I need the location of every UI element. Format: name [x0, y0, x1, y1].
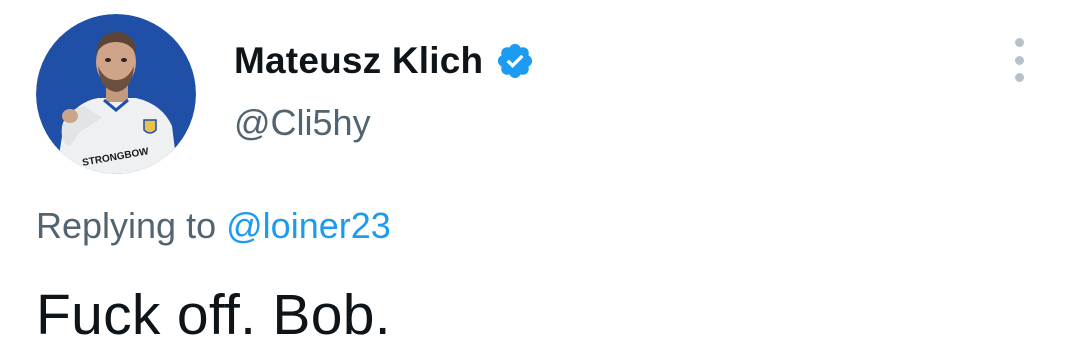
avatar-image: STRONGBOW [36, 14, 196, 174]
more-dot [1014, 55, 1024, 65]
author-name-row[interactable]: Mateusz Klich [234, 40, 535, 82]
author-handle[interactable]: @Cli5hy [234, 102, 371, 144]
more-dot [1014, 73, 1024, 82]
tweet-text: Fuck off. Bob. [36, 283, 391, 347]
tweet: STRONGBOW Mateusz Klich @Cli5hy Replying… [0, 0, 1079, 359]
replying-to-label: Replying to [36, 205, 217, 246]
verified-badge-icon [498, 43, 533, 79]
author-display-name[interactable]: Mateusz Klich [234, 40, 483, 82]
more-dot [1014, 38, 1024, 47]
more-options-icon[interactable] [1004, 38, 1034, 82]
avatar[interactable]: STRONGBOW [36, 14, 196, 174]
replying-to-line: Replying to @loiner23 [36, 205, 391, 247]
reply-mention-link[interactable]: @loiner23 [226, 205, 391, 246]
